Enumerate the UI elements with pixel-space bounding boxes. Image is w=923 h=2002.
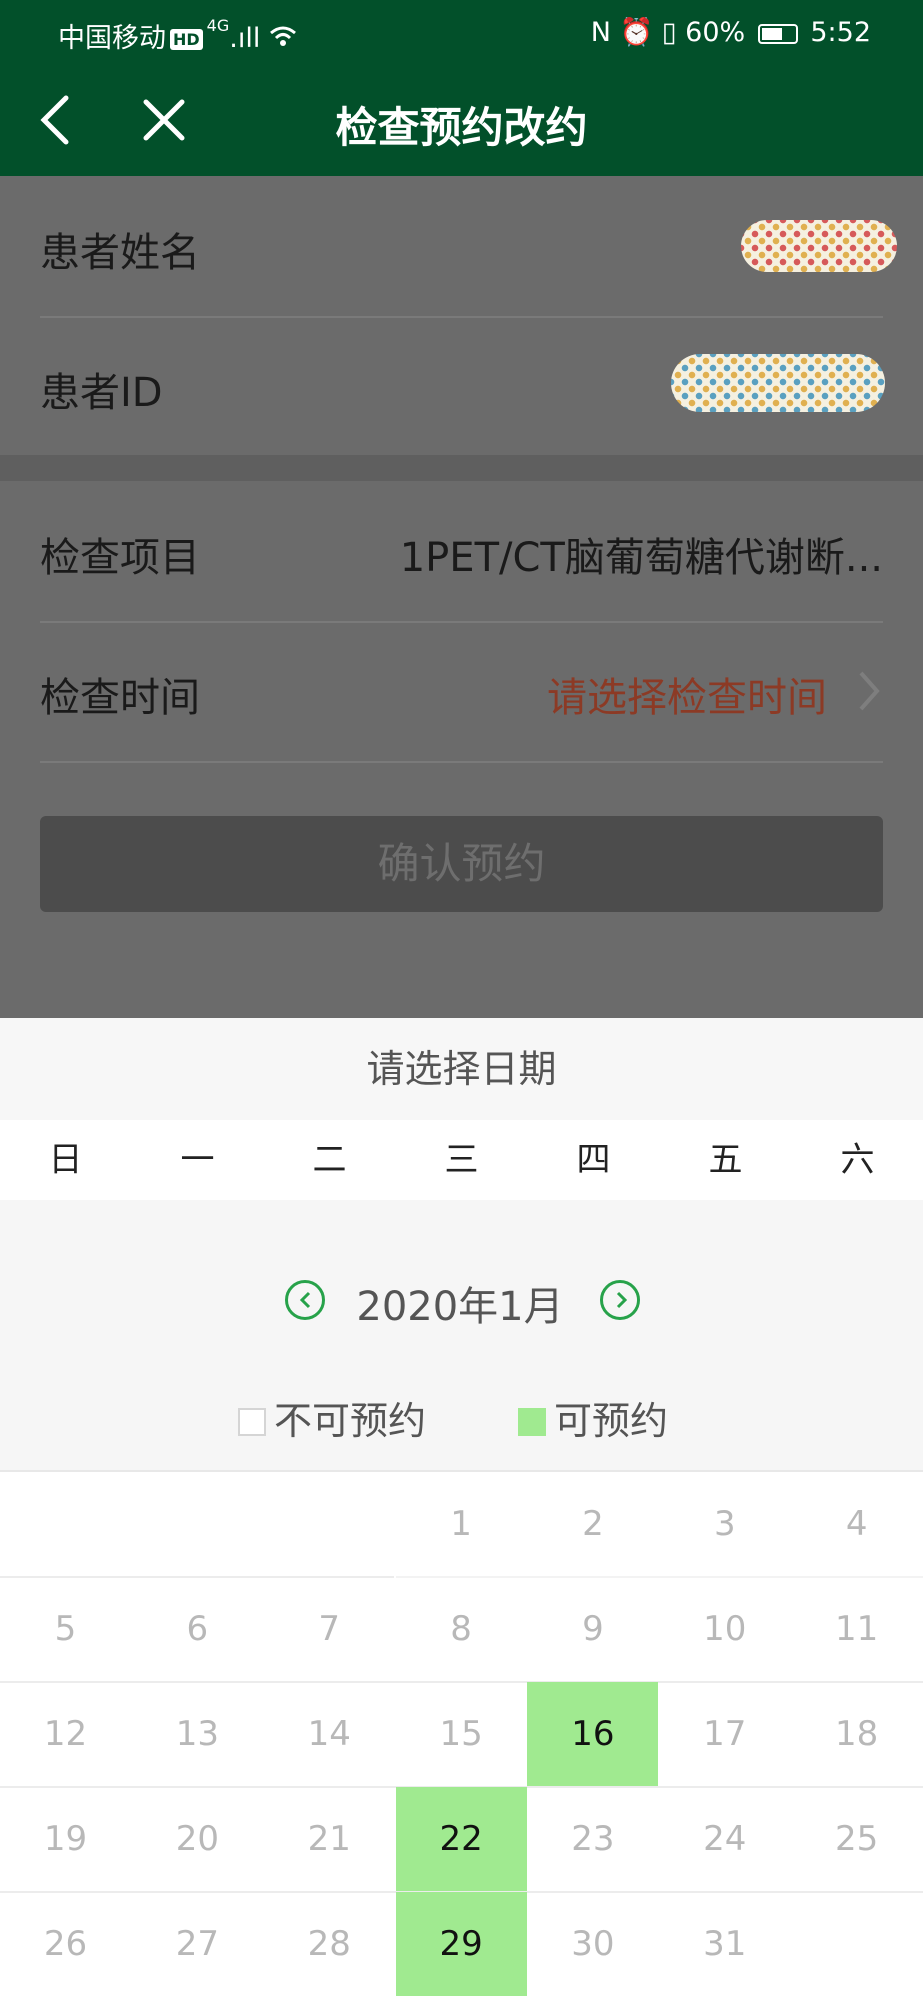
date-picker-sheet: 请选择日期 日 一 二 三 四 五 六 2020年1月 不可预约 可预约 123…: [0, 1018, 923, 2002]
weekday-label: 二: [312, 1140, 347, 1180]
calendar-day: 27: [175, 1924, 219, 1964]
month-navigation: 2020年1月 不可预约 可预约: [0, 1200, 923, 1470]
calendar-day-available[interactable]: 16: [527, 1682, 659, 1786]
calendar-day: 6: [186, 1609, 209, 1649]
redacted-patient-name: [741, 220, 897, 272]
nfc-icon: N: [590, 17, 611, 48]
vibrate-icon: ▯: [661, 17, 677, 48]
unavailable-swatch: [238, 1408, 266, 1436]
calendar-day: 10: [703, 1609, 747, 1649]
calendar-day: 28: [307, 1924, 351, 1964]
available-swatch: [518, 1408, 546, 1436]
calendar-day: 18: [835, 1714, 879, 1754]
clock: 5:52: [810, 17, 871, 48]
calendar-day: 17: [703, 1714, 747, 1754]
chevron-left-icon: [299, 1291, 311, 1309]
header: 检查预约改约: [0, 64, 923, 176]
weekday-label: 日: [48, 1140, 83, 1180]
legend-available: 可预约: [518, 1390, 668, 1445]
hd-badge: HD: [170, 29, 203, 50]
calendar-day: 9: [582, 1609, 604, 1649]
carrier-label: 中国移动: [58, 23, 166, 54]
redacted-patient-id: [671, 354, 885, 412]
exam-info-section: 检查项目 1PET/CT脑葡萄糖代谢断... 检查时间 请选择检查时间: [0, 481, 923, 763]
page-title: 检查预约改约: [335, 103, 588, 152]
calendar-day: 31: [703, 1924, 747, 1964]
calendar-day: 13: [175, 1714, 219, 1754]
calendar-day: 30: [571, 1924, 615, 1964]
battery-percent: 60%: [685, 17, 746, 48]
weekday-label: 六: [840, 1140, 875, 1180]
weekday-label: 四: [576, 1140, 611, 1180]
calendar-day: 23: [571, 1819, 615, 1859]
calendar-day: 8: [450, 1609, 472, 1649]
calendar-day-available[interactable]: 22: [395, 1787, 527, 1891]
patient-name-row: 患者姓名: [40, 176, 897, 318]
calendar-day: 3: [713, 1504, 736, 1544]
exam-item-value: 1PET/CT脑葡萄糖代谢断...: [399, 535, 883, 581]
patient-name-label: 患者姓名: [40, 230, 200, 276]
exam-time-label: 检查时间: [40, 675, 200, 721]
calendar-day: 1: [450, 1504, 472, 1544]
wifi-icon: [269, 23, 297, 54]
calendar-day: 7: [318, 1609, 341, 1649]
current-month: 2020年1月: [356, 1284, 564, 1330]
calendar-day: 19: [43, 1819, 88, 1859]
calendar-day: 25: [835, 1819, 879, 1859]
date-picker-title: 请选择日期: [0, 1018, 923, 1120]
calendar-day-available[interactable]: 29: [395, 1892, 527, 1996]
weekday-label: 五: [708, 1140, 743, 1180]
status-bar: 中国移动 HD4G.ıll N ⏰ ▯ 60% 5:52: [0, 0, 923, 64]
prev-month-button[interactable]: [285, 1280, 325, 1320]
calendar-day: 15: [439, 1714, 483, 1754]
calendar-day: 24: [703, 1819, 747, 1859]
signal-icon: .ıll: [229, 23, 261, 54]
section-divider: [0, 455, 923, 481]
network-label: 4G: [206, 16, 230, 35]
chevron-right-icon: [859, 671, 880, 711]
patient-id-row: 患者ID: [40, 316, 885, 456]
exam-item-label: 检查项目: [40, 535, 200, 581]
weekday-label: 三: [444, 1140, 479, 1180]
calendar-day: 4: [845, 1504, 868, 1544]
calendar-day: 2: [582, 1504, 604, 1544]
calendar-day: 21: [307, 1819, 351, 1859]
weekday-label: 一: [180, 1140, 215, 1180]
calendar-grid: 1 2 3 4 5 6 7 8 9 10 11 12 13 14 15 16 17 18 19 20 21 22 23 24 2…: [0, 1470, 923, 2002]
calendar-day: 26: [43, 1924, 88, 1964]
alarm-icon: ⏰: [619, 17, 654, 48]
calendar-day: 20: [175, 1819, 219, 1859]
calendar-day: 14: [307, 1714, 351, 1754]
calendar-day: 5: [54, 1609, 77, 1649]
next-month-button[interactable]: [600, 1280, 640, 1320]
calendar-day: 12: [43, 1714, 88, 1754]
exam-item-row[interactable]: 检查项目 1PET/CT脑葡萄糖代谢断...: [40, 481, 883, 623]
confirm-button[interactable]: 确认预约: [40, 816, 883, 912]
legend-unavailable: 不可预约: [238, 1390, 426, 1445]
exam-time-placeholder: 请选择检查时间: [547, 675, 827, 721]
patient-info-section: 患者姓名 患者ID: [0, 176, 923, 456]
exam-time-row[interactable]: 检查时间 请选择检查时间: [40, 621, 883, 763]
calendar-day: 11: [835, 1609, 879, 1649]
weekday-header: 日 一 二 三 四 五 六: [0, 1120, 923, 1200]
battery-icon: [757, 23, 798, 44]
chevron-right-icon: [616, 1291, 628, 1309]
patient-id-label: 患者ID: [40, 370, 163, 416]
